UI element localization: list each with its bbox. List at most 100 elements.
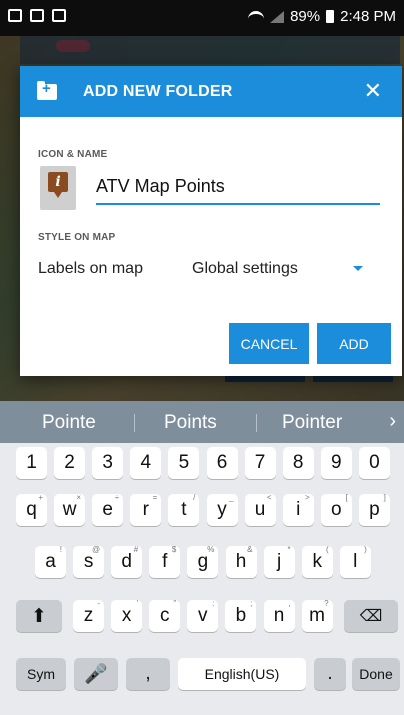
cancel-button[interactable]: CANCEL [229, 323, 309, 364]
backspace-key[interactable]: ⌫ [344, 600, 398, 632]
key-k[interactable]: k( [301, 545, 333, 578]
key-7[interactable]: 7 [244, 447, 276, 479]
key-i[interactable]: i > [282, 493, 314, 526]
key-hint: / [193, 493, 196, 502]
gallery-icon [8, 9, 22, 22]
key-5[interactable]: 5 [168, 447, 200, 479]
key-hint: " [173, 599, 177, 608]
key-d[interactable]: d # [111, 545, 143, 578]
key-g[interactable]: g% [187, 545, 219, 578]
key-x[interactable]: x ' [111, 599, 143, 632]
key-e[interactable]: e ÷ [92, 493, 124, 526]
chevron-right-icon[interactable]: › [389, 410, 396, 433]
key-v[interactable]: v: [187, 599, 219, 632]
clock: 2:48 PM [340, 8, 396, 25]
folder-icon-picker[interactable]: i [40, 166, 76, 210]
key-f[interactable]: f $ [149, 545, 181, 578]
key-n[interactable]: n, [263, 599, 295, 632]
suggestion-item[interactable]: Points [164, 412, 217, 434]
labels-setting-dropdown[interactable]: Global settings [192, 260, 298, 278]
key-s[interactable]: s @ [73, 545, 105, 578]
key-hint: ÷ [114, 493, 120, 502]
key-q[interactable]: q + [16, 493, 47, 526]
key-8[interactable]: 8 [282, 447, 314, 479]
key-6[interactable]: 6 [206, 447, 238, 479]
backspace-icon: ⌫ [359, 608, 383, 625]
signal-icon [270, 10, 285, 23]
key-hint: $ [171, 545, 177, 554]
key-hint: @ [91, 545, 101, 554]
mic-key[interactable]: 🎤 [74, 658, 118, 690]
folder-name-input[interactable] [96, 173, 380, 205]
close-icon[interactable]: ✕ [364, 78, 382, 104]
shift-key[interactable]: ⬆ [16, 600, 62, 632]
space-key[interactable]: English(US) [178, 658, 306, 690]
key-j[interactable]: j * [263, 545, 295, 578]
key-a[interactable]: a! [35, 545, 66, 578]
prescription-icon [52, 9, 66, 22]
suggestion-bar: Pointe Points Pointer › [0, 401, 404, 443]
add-folder-dialog: ADD NEW FOLDER ✕ ICON & NAME i STYLE ON … [20, 66, 402, 376]
key-hint: _ [229, 493, 234, 502]
key-hint: ; [250, 599, 253, 608]
key-hint: ' [136, 599, 139, 608]
key-9[interactable]: 9 [320, 447, 352, 479]
key-0[interactable]: 0 [358, 447, 390, 479]
suggestion-item[interactable]: Pointer [282, 412, 342, 434]
key-hint: ] [383, 493, 386, 502]
dialog-header: ADD NEW FOLDER ✕ [20, 66, 402, 117]
key-hint: * [287, 545, 291, 554]
key-hint: # [133, 545, 139, 554]
key-z[interactable]: z- [73, 599, 104, 632]
icon-name-label: ICON & NAME [38, 149, 108, 160]
key-hint: > [305, 493, 310, 502]
key-h[interactable]: h & [225, 545, 257, 578]
dropdown-arrow-icon[interactable] [353, 266, 363, 271]
key-u[interactable]: u < [244, 493, 276, 526]
key-r[interactable]: r = [130, 493, 162, 526]
battery-percent: 89% [290, 8, 321, 25]
done-key[interactable]: Done [352, 658, 400, 690]
dialog-title: ADD NEW FOLDER [83, 82, 233, 100]
key-hint: < [266, 493, 272, 502]
key-b[interactable]: b; [225, 599, 257, 632]
key-hint: : [212, 599, 215, 608]
add-folder-icon [37, 80, 57, 100]
key-hint: = [152, 493, 158, 502]
suggestion-item[interactable]: Pointe [42, 412, 96, 434]
voicemail-icon [30, 9, 44, 22]
key-l[interactable]: l) [339, 545, 371, 578]
key-1[interactable]: 1 [16, 447, 47, 479]
key-m[interactable]: m? [301, 599, 333, 632]
keyboard: Pointe Points Pointer › 1234567890 q + w × e… [0, 401, 404, 715]
add-button[interactable]: ADD [317, 323, 391, 364]
key-hint: , [288, 599, 291, 608]
key-3[interactable]: 3 [92, 447, 124, 479]
key-o[interactable]: o[ [320, 493, 352, 526]
key-w[interactable]: w × [54, 493, 86, 526]
style-on-map-label: STYLE ON MAP [38, 232, 116, 243]
key-hint: [ [345, 493, 348, 502]
key-hint: - [97, 599, 100, 608]
comma-key[interactable]: , [126, 658, 170, 690]
key-p[interactable]: p] [358, 493, 390, 526]
key-y[interactable]: y _ [206, 493, 238, 526]
key-2[interactable]: 2 [54, 447, 86, 479]
wifi-icon [248, 10, 265, 23]
key-4[interactable]: 4 [130, 447, 162, 479]
key-t[interactable]: t / [168, 493, 200, 526]
key-hint: ) [364, 545, 367, 554]
key-hint: % [207, 545, 215, 554]
status-bar: 89% 2:48 PM [0, 0, 404, 36]
microphone-icon: 🎤 [84, 664, 108, 685]
key-hint: ? [324, 599, 329, 608]
key-c[interactable]: c " [149, 599, 181, 632]
labels-on-map-label: Labels on map [38, 260, 143, 277]
key-hint: ! [59, 545, 62, 554]
sym-key[interactable]: Sym [16, 658, 66, 690]
key-hint: + [38, 493, 43, 502]
info-marker-icon: i [48, 172, 68, 198]
shift-icon: ⬆ [31, 605, 47, 627]
key-hint: ( [326, 545, 329, 554]
period-key[interactable]: . [314, 658, 346, 690]
